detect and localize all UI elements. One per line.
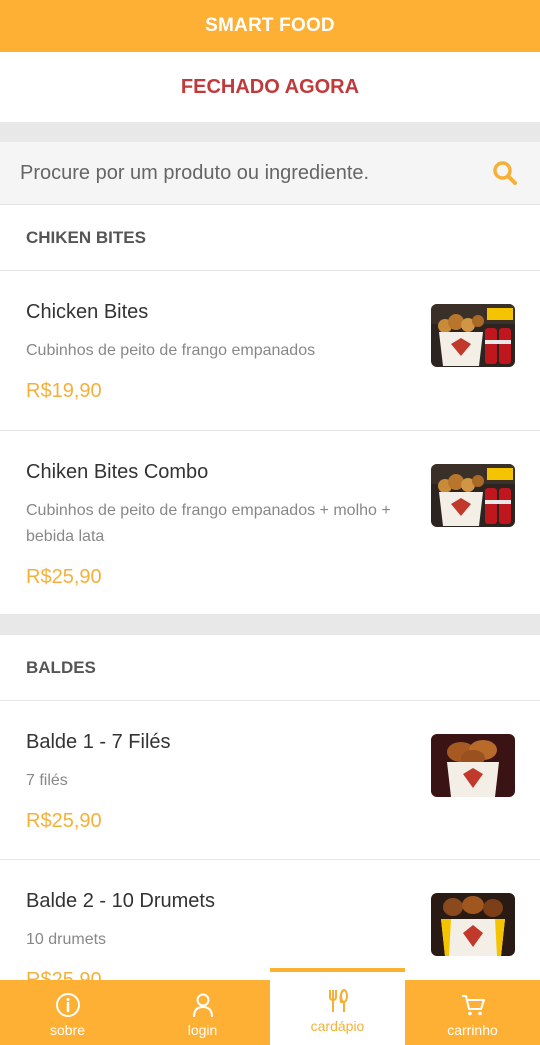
item-description: Cubinhos de peito de frango empanados + … [26,502,391,545]
chicken-bites-combo-image [431,464,515,527]
cutlery-icon [328,988,348,1012]
search-input[interactable]: Procure por um produto ou ingrediente. [20,162,492,185]
bucket-filets-image [431,734,515,797]
bucket-drumets-image [431,893,515,956]
item-description: 7 filés [26,772,68,789]
info-icon [55,992,80,1017]
nav-sobre[interactable]: sobre [0,980,135,1045]
divider [0,122,540,142]
menu-item[interactable]: Chicken Bites Cubinhos de peito de frang… [0,271,540,431]
item-price: R$25,90 [26,566,102,588]
chicken-bites-image [431,304,515,367]
item-price: R$19,90 [26,380,102,402]
nav-label: sobre [49,1021,86,1038]
search-icon[interactable] [492,160,518,186]
section-title: CHIKEN BITES [26,227,146,247]
nav-carrinho[interactable]: carrinho [405,980,540,1045]
item-price: R$25,90 [26,810,102,832]
nav-label: carrinho [447,1021,498,1038]
section-header-chiken-bites: CHIKEN BITES [0,205,540,271]
status-text: FECHADO AGORA [180,75,360,98]
item-name: Chicken Bites [26,301,149,323]
section-header-baldes: BALDES [0,635,540,701]
nav-login[interactable]: login [135,980,270,1045]
store-status: FECHADO AGORA [0,52,540,122]
nav-cardapio[interactable]: cardápio [270,968,405,1045]
item-description: Cubinhos de peito de frango empanados [26,342,316,359]
nav-label: login [187,1021,218,1038]
item-name: Balde 1 - 7 Filés [26,731,171,753]
cart-icon [461,994,485,1015]
app-header: SMART FOOD [0,0,540,52]
menu-item[interactable]: Balde 1 - 7 Filés 7 filés R$25,90 [0,701,540,860]
section-title: BALDES [26,657,96,677]
user-icon [192,993,213,1017]
item-description: 10 drumets [26,931,107,948]
search-bar[interactable]: Procure por um produto ou ingrediente. [0,142,540,205]
nav-label: cardápio [310,1017,365,1034]
divider [0,615,540,635]
item-name: Chiken Bites Combo [26,461,209,483]
bottom-navigation: sobre login cardápio carrinho [0,968,540,1045]
item-name: Balde 2 - 10 Drumets [26,890,215,912]
menu-item[interactable]: Chiken Bites Combo Cubinhos de peito de … [0,431,540,615]
app-title: SMART FOOD [205,15,335,36]
